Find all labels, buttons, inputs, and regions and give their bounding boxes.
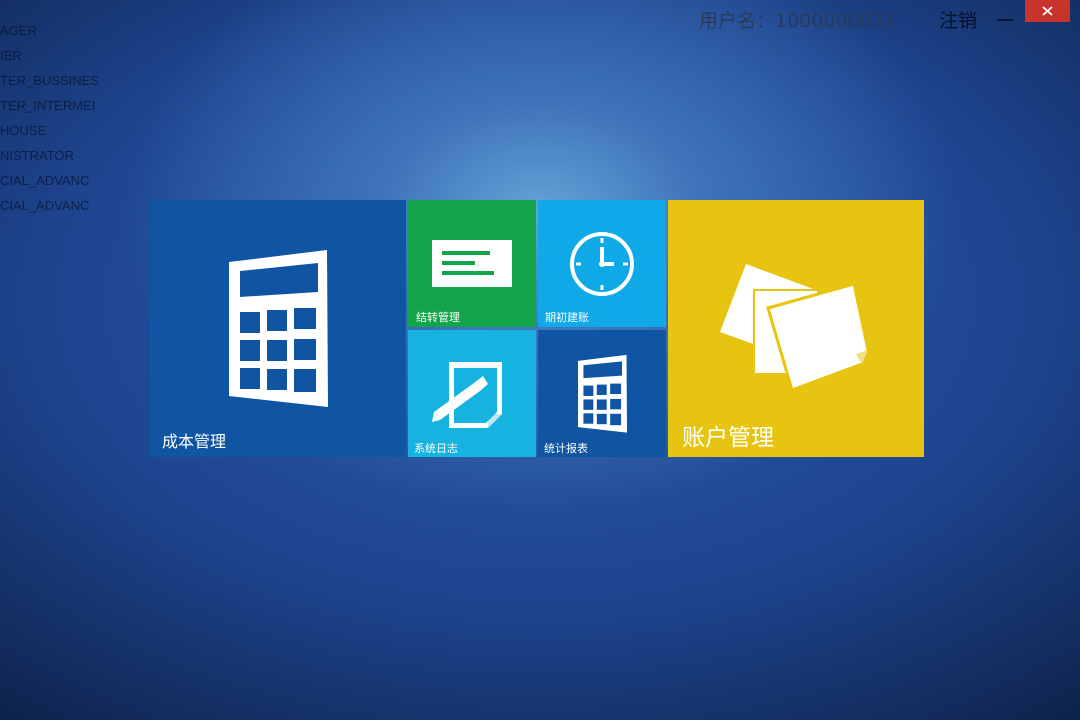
background-role-item: NISTRATOR xyxy=(0,148,74,163)
tile-account-management[interactable]: 账户管理 xyxy=(668,200,924,457)
tile-period-setup[interactable]: 期初建账 xyxy=(538,200,666,327)
background-role-item: CIAL_ADVANC xyxy=(0,198,90,213)
minimize-button[interactable] xyxy=(993,4,1017,34)
background-role-item: TER_BUSSINES xyxy=(0,73,99,88)
tile-invoice-management[interactable]: 结转管理 xyxy=(408,200,536,327)
note-pencil-icon xyxy=(432,362,502,428)
background-role-item: IER xyxy=(0,48,22,63)
calculator-icon xyxy=(577,354,628,433)
tile-statistics-report-label: 统计报表 xyxy=(544,442,588,455)
close-icon xyxy=(1042,6,1053,16)
calculator-icon xyxy=(229,250,328,407)
background-role-item: AGER xyxy=(0,23,37,38)
background-role-item: TER_INTERMEI xyxy=(0,98,96,113)
clock-icon xyxy=(570,232,634,296)
background-role-list: AGER IER TER_BUSSINES TER_INTERMEI HOUSE… xyxy=(0,18,104,218)
tile-period-setup-label: 期初建账 xyxy=(545,311,589,324)
background-role-item: HOUSE xyxy=(0,123,47,138)
tile-system-log[interactable]: 系统日志 xyxy=(408,330,536,457)
tile-account-management-label: 账户管理 xyxy=(682,425,774,451)
tile-cost-management[interactable]: 成本管理 xyxy=(150,200,406,457)
username-label: 用户名：1000000031 xyxy=(699,10,896,32)
close-button[interactable] xyxy=(1025,0,1070,22)
tile-invoice-management-label: 结转管理 xyxy=(416,311,460,324)
background-role-item: CIAL_ADVANC xyxy=(0,173,90,188)
papers-icon xyxy=(720,264,870,392)
tile-system-log-label: 系统日志 xyxy=(414,442,458,455)
document-icon xyxy=(432,240,512,287)
tile-cost-management-label: 成本管理 xyxy=(162,432,227,451)
logout-button[interactable]: 注销 xyxy=(939,6,977,36)
tile-statistics-report[interactable]: 统计报表 xyxy=(538,330,666,457)
